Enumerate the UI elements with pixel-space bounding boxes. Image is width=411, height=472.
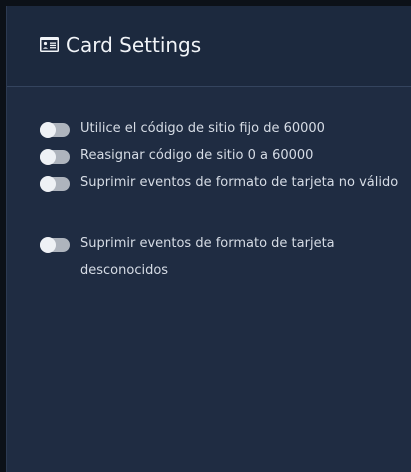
toggle-switch[interactable] <box>40 122 70 138</box>
toggle-knob <box>40 122 56 138</box>
toggle-knob <box>40 176 56 192</box>
toggle-knob <box>40 149 56 165</box>
toggle-switch[interactable] <box>40 149 70 165</box>
setting-suppress-invalid-format: Suprimir eventos de formato de tarjeta n… <box>40 174 400 196</box>
toggle-switch[interactable] <box>40 176 70 192</box>
card-settings-panel: Card Settings Utilice el código de sitio… <box>6 6 411 472</box>
setting-suppress-unknown-format: Suprimir eventos de formato de tarjeta d… <box>40 235 370 284</box>
setting-fixed-site-code: Utilice el código de sitio fijo de 60000 <box>40 120 325 142</box>
toggle-switch[interactable] <box>40 237 70 253</box>
setting-reassign-site-code: Reasignar código de sitio 0 a 60000 <box>40 147 313 169</box>
setting-label: Reasignar código de sitio 0 a 60000 <box>80 148 314 163</box>
setting-label: Utilice el código de sitio fijo de 60000 <box>80 121 325 136</box>
settings-list: Utilice el código de sitio fijo de 60000… <box>7 6 411 472</box>
setting-label: Suprimir eventos de formato de tarjeta n… <box>80 175 399 190</box>
setting-label: Suprimir eventos de formato de tarjeta d… <box>80 236 335 278</box>
toggle-knob <box>40 237 56 253</box>
